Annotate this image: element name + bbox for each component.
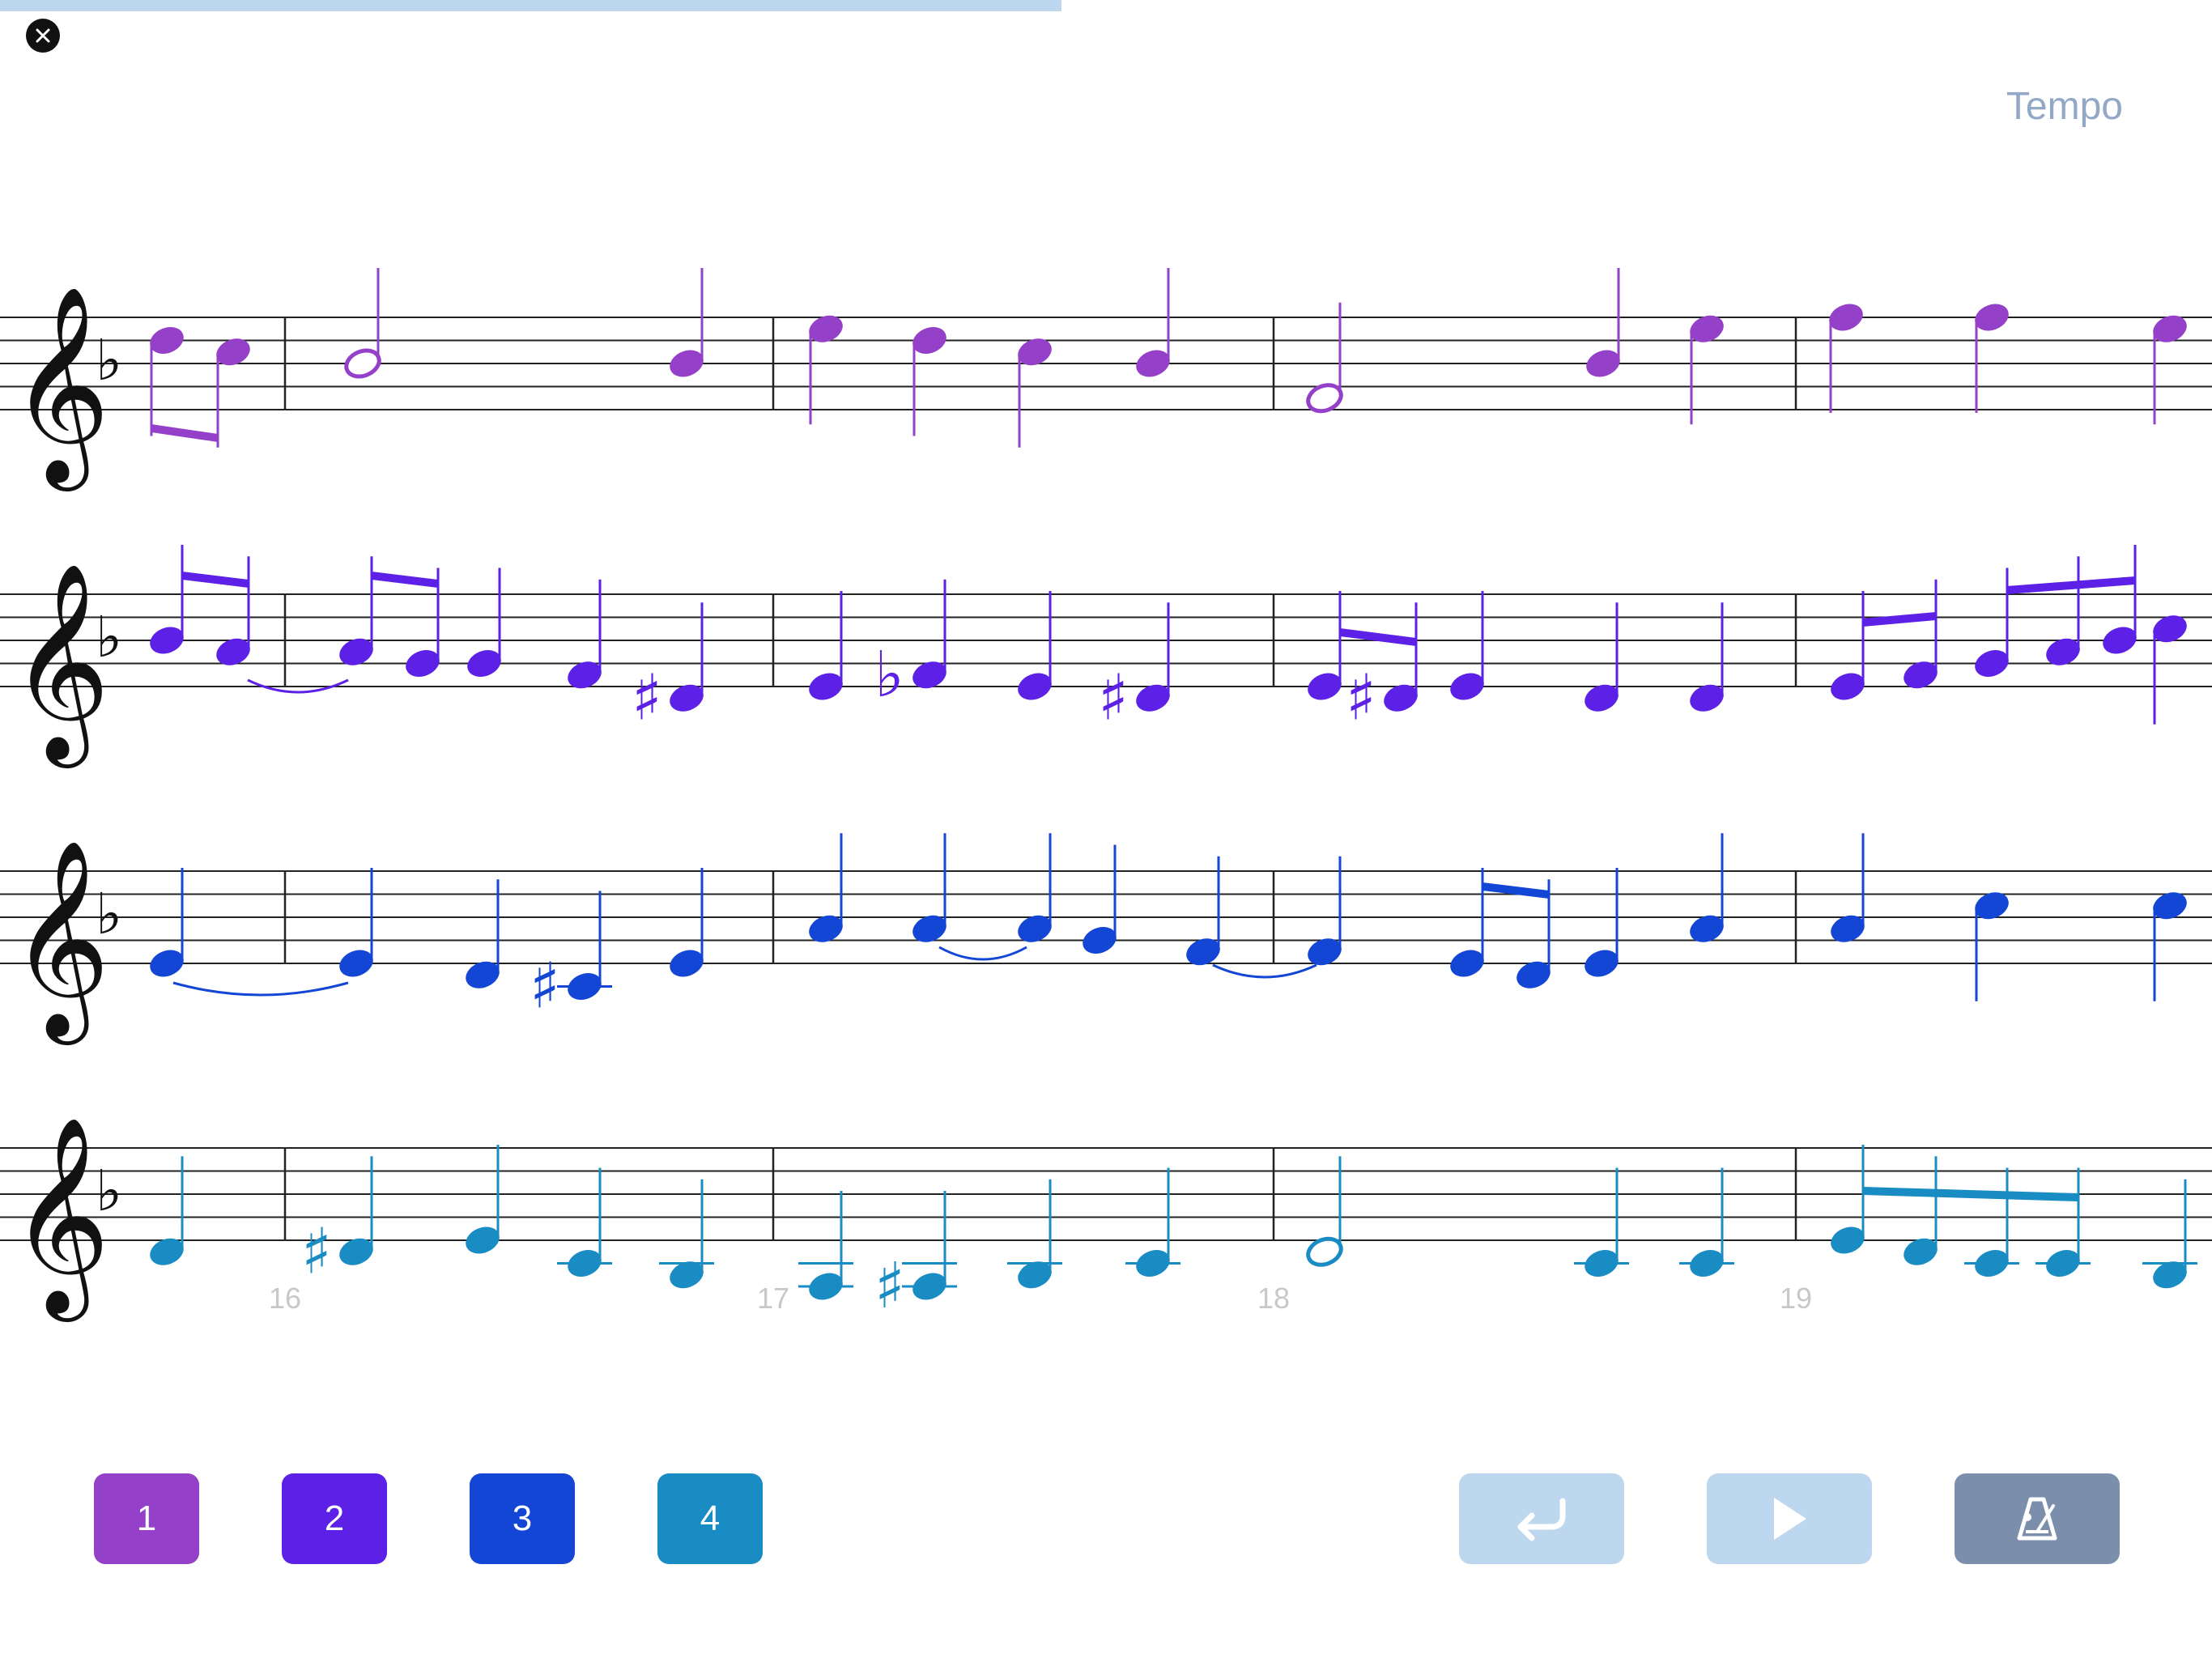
part-1-label: 1 <box>136 1499 157 1538</box>
note-beam <box>182 572 249 588</box>
part-2-label: 2 <box>324 1499 345 1538</box>
note-tie <box>938 946 1027 961</box>
note-beam <box>1482 882 1549 899</box>
sharp-accidental-icon: ♯ <box>530 950 560 1023</box>
part-3-button[interactable]: 3 <box>470 1473 575 1564</box>
note-beam <box>1863 612 1936 627</box>
play-icon <box>1774 1498 1806 1540</box>
sharp-accidental-icon: ♯ <box>632 661 662 734</box>
note-beam <box>1863 1187 2078 1201</box>
return-arrow-icon <box>1517 1498 1566 1541</box>
note-tie <box>1212 963 1317 979</box>
flat-accidental-icon: ♭ <box>874 639 904 712</box>
measure-number: 16 <box>269 1282 301 1315</box>
metronome-icon <box>2017 1497 2057 1541</box>
sharp-accidental-icon: ♯ <box>1346 661 1376 734</box>
measure-number: 17 <box>757 1282 789 1315</box>
play-button[interactable] <box>1707 1473 1872 1564</box>
part-1-button[interactable]: 1 <box>94 1473 199 1564</box>
part-4-label: 4 <box>700 1499 721 1538</box>
part-2-button[interactable]: 2 <box>282 1473 387 1564</box>
key-signature-flat-icon: ♭ <box>96 604 122 670</box>
part-3-label: 3 <box>512 1499 533 1538</box>
note-beam <box>2007 576 2135 594</box>
sharp-accidental-icon: ♯ <box>301 1215 332 1288</box>
note-tie <box>172 981 349 997</box>
sharp-accidental-icon: ♯ <box>1098 661 1129 734</box>
measure-number: 18 <box>1257 1282 1290 1315</box>
note-beam <box>1340 628 1416 646</box>
sharp-accidental-icon: ♯ <box>874 1250 905 1323</box>
key-signature-flat-icon: ♭ <box>96 881 122 947</box>
key-signature-flat-icon: ♭ <box>96 1158 122 1224</box>
key-signature-flat-icon: ♭ <box>96 327 122 393</box>
note-beam <box>151 424 218 442</box>
metronome-button[interactable] <box>1955 1473 2120 1564</box>
part-4-button[interactable]: 4 <box>657 1473 763 1564</box>
note-beam <box>372 572 438 588</box>
measure-number: 19 <box>1780 1282 1812 1315</box>
score-sheet: 𝄞♭𝄞♭♯ ♭ ♯ ♯𝄞♭♯𝄞♭♯ ♯16 17 18 19 <box>0 268 2212 1323</box>
return-button[interactable] <box>1459 1473 1624 1564</box>
